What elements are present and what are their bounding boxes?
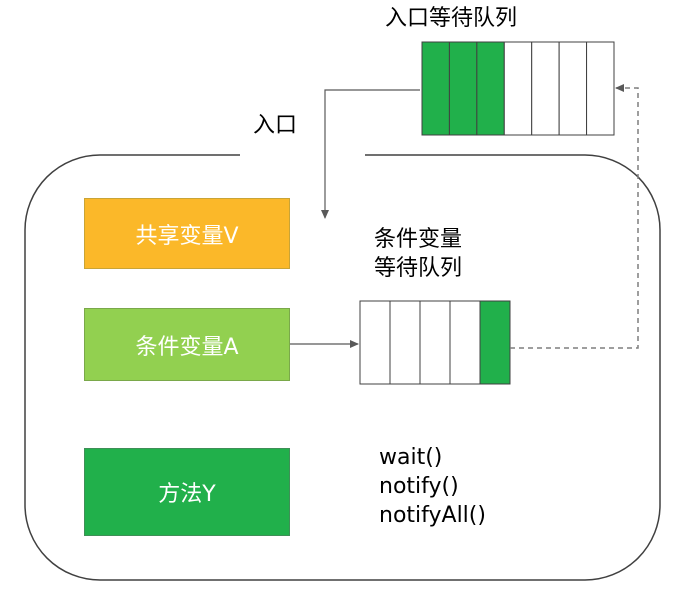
method-list: wait() notify() notifyAll() xyxy=(379,443,486,530)
entry-label: 入口 xyxy=(253,113,298,138)
condition-variable-box: 条件变量A xyxy=(84,308,290,381)
entry-queue-slot-filled xyxy=(421,41,450,136)
shared-variable-box: 共享变量V xyxy=(84,198,290,269)
shared-variable-label: 共享变量V xyxy=(135,223,239,249)
method-notifyall: notifyAll() xyxy=(379,503,486,528)
condition-variable-label: 条件变量A xyxy=(135,334,239,360)
entry-queue-slot-empty xyxy=(531,41,560,136)
entry-queue xyxy=(421,41,615,136)
entry-queue-slot-empty xyxy=(503,41,533,136)
entry-queue-slot-empty xyxy=(558,41,588,136)
cond-queue-title: 条件变量 等待队列 xyxy=(374,225,462,283)
method-wait: wait() xyxy=(379,445,443,470)
method-label: 方法Y xyxy=(158,482,216,507)
condition-wait-queue xyxy=(359,300,511,385)
entry-queue-slot-filled xyxy=(448,41,478,136)
cond-queue-title-line2: 等待队列 xyxy=(374,256,463,281)
cond-queue-slot-filled xyxy=(479,300,511,385)
method-notify: notify() xyxy=(379,474,459,499)
cond-queue-slot-empty xyxy=(359,300,391,385)
method-box: 方法Y xyxy=(84,448,290,536)
cond-queue-title-line1: 条件变量 xyxy=(374,227,463,252)
cond-queue-slot-empty xyxy=(389,300,421,385)
cond-queue-slot-empty xyxy=(419,300,451,385)
entry-queue-title: 入口等待队列 xyxy=(385,6,518,31)
entry-queue-slot-filled xyxy=(476,41,505,136)
cond-queue-slot-empty xyxy=(449,300,481,385)
entry-queue-slot-empty xyxy=(586,41,615,136)
entry-arrow xyxy=(321,89,420,219)
